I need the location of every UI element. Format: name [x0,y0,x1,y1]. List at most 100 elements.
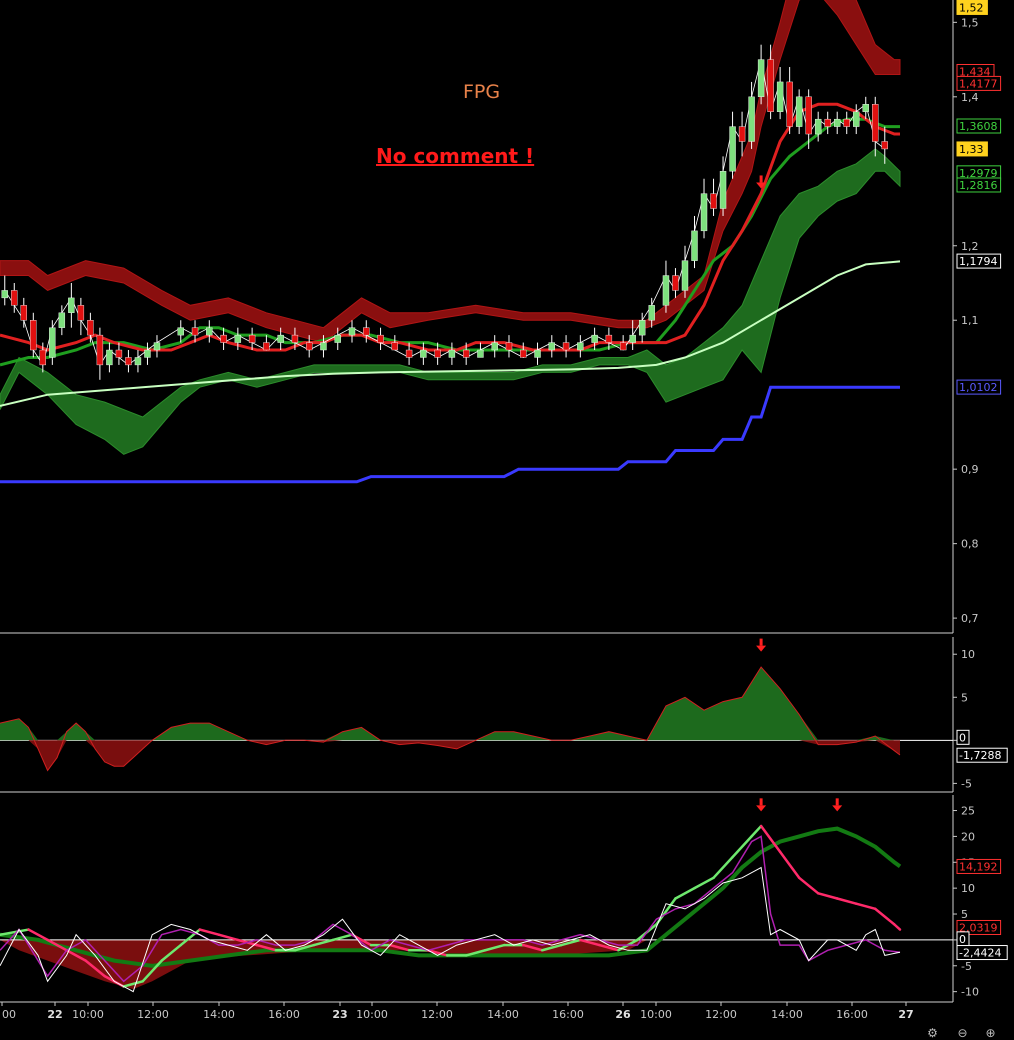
candle-up[interactable] [448,349,456,358]
candle-down[interactable] [505,342,513,351]
candle-up[interactable] [862,104,869,112]
candle-up[interactable] [853,111,860,127]
candle-down[interactable] [462,349,470,358]
comment-text: No comment ! [376,144,534,168]
x-tick-label: 22 [47,1008,62,1021]
x-tick-label: 10:00 [640,1008,672,1021]
value-tag-label: 1,3608 [959,120,998,133]
candle-down[interactable] [291,334,299,343]
value-tag-label: 1,33 [959,143,984,156]
candle-up[interactable] [134,357,142,366]
candle-up[interactable] [334,334,341,343]
candle-down[interactable] [263,342,270,351]
candle-down[interactable] [220,334,227,343]
candle-down[interactable] [377,334,384,343]
candle-up[interactable] [757,59,765,98]
candle-down[interactable] [87,320,94,336]
candle-up[interactable] [691,230,698,261]
candle-up[interactable] [729,126,736,172]
candle-up[interactable] [491,342,498,351]
candle-up[interactable] [638,320,646,336]
value-tag-label: -1,7288 [959,749,1001,762]
candle-down[interactable] [738,126,746,142]
candle-down[interactable] [520,349,527,358]
candle-down[interactable] [843,118,850,127]
candle-down[interactable] [115,349,123,358]
candle-up[interactable] [814,118,822,135]
candle-up[interactable] [681,260,689,291]
candle-down[interactable] [619,342,627,351]
candle-down[interactable] [305,342,313,351]
zoom-out-icon[interactable]: ⊖ [956,1027,969,1039]
y-tick-label: 0,7 [961,612,979,625]
value-tag-label: 1,2816 [959,179,998,192]
candle-down[interactable] [786,81,793,127]
candle-up[interactable] [106,349,113,366]
candle-up[interactable] [719,171,727,209]
x-tick-label: 23 [332,1008,347,1021]
candle-down[interactable] [39,349,47,366]
zoom-in-icon[interactable]: ⊕ [984,1027,997,1039]
candle-up[interactable] [234,334,242,343]
x-tick-label: 16:00 [268,1008,300,1021]
candle-down[interactable] [872,104,879,142]
candle-up[interactable] [153,342,161,351]
candle-down[interactable] [248,334,256,343]
candle-down[interactable] [125,357,132,366]
down-arrow-stem [759,798,763,806]
x-tick-label: 12:00 [705,1008,737,1021]
x-tick-label: 16:00 [836,1008,868,1021]
candle-up[interactable] [144,349,151,358]
candle-up[interactable] [206,327,213,336]
y-tick-label: 20 [961,830,975,843]
candle-down[interactable] [824,118,831,127]
candle-down[interactable] [710,193,717,209]
candle-up[interactable] [629,334,636,343]
x-tick-label: 14:00 [487,1008,519,1021]
candle-up[interactable] [1,290,8,299]
candle-down[interactable] [96,334,104,366]
candle-up[interactable] [49,327,56,358]
value-tag-label: 0 [959,731,966,744]
candle-up[interactable] [748,96,755,142]
candle-up[interactable] [320,342,327,351]
candle-up[interactable] [68,297,75,313]
candle-down[interactable] [11,290,18,306]
settings-icon[interactable]: ⚙ [926,1027,939,1039]
candle-up[interactable] [591,334,598,343]
candle-down[interactable] [767,59,774,112]
candle-down[interactable] [805,96,812,135]
candle-down[interactable] [405,349,413,358]
candle-up[interactable] [420,349,427,358]
candle-up[interactable] [177,327,184,336]
candle-up[interactable] [534,349,541,358]
candle-up[interactable] [577,342,584,351]
candle-up[interactable] [776,81,784,112]
candle-up[interactable] [662,275,670,306]
candle-down[interactable] [391,342,399,351]
candle-down[interactable] [20,305,27,321]
candle-up[interactable] [348,327,356,336]
candle-down[interactable] [562,342,570,351]
candle-down[interactable] [881,141,888,150]
value-tag-label: 1,4177 [959,77,998,90]
value-tag-label: 1,0102 [959,381,998,394]
candle-down[interactable] [434,349,441,358]
candle-down[interactable] [30,320,37,351]
candle-down[interactable] [672,275,679,291]
candle-down[interactable] [363,327,370,336]
chart-canvas: 1,51,41,21,10,90,80,71,521,4341,41771,36… [0,0,1014,1039]
candle-down[interactable] [77,305,85,321]
y-tick-label: 5 [961,691,968,704]
candle-up[interactable] [795,96,803,127]
candle-up[interactable] [648,305,655,321]
candle-up[interactable] [477,349,484,358]
candle-up[interactable] [277,334,284,343]
candle-down[interactable] [191,327,199,336]
candle-up[interactable] [58,312,66,328]
candle-up[interactable] [548,342,555,351]
candle-down[interactable] [605,334,613,343]
candle-up[interactable] [700,193,708,232]
y-tick-label: -5 [961,777,972,790]
candle-up[interactable] [834,118,841,127]
